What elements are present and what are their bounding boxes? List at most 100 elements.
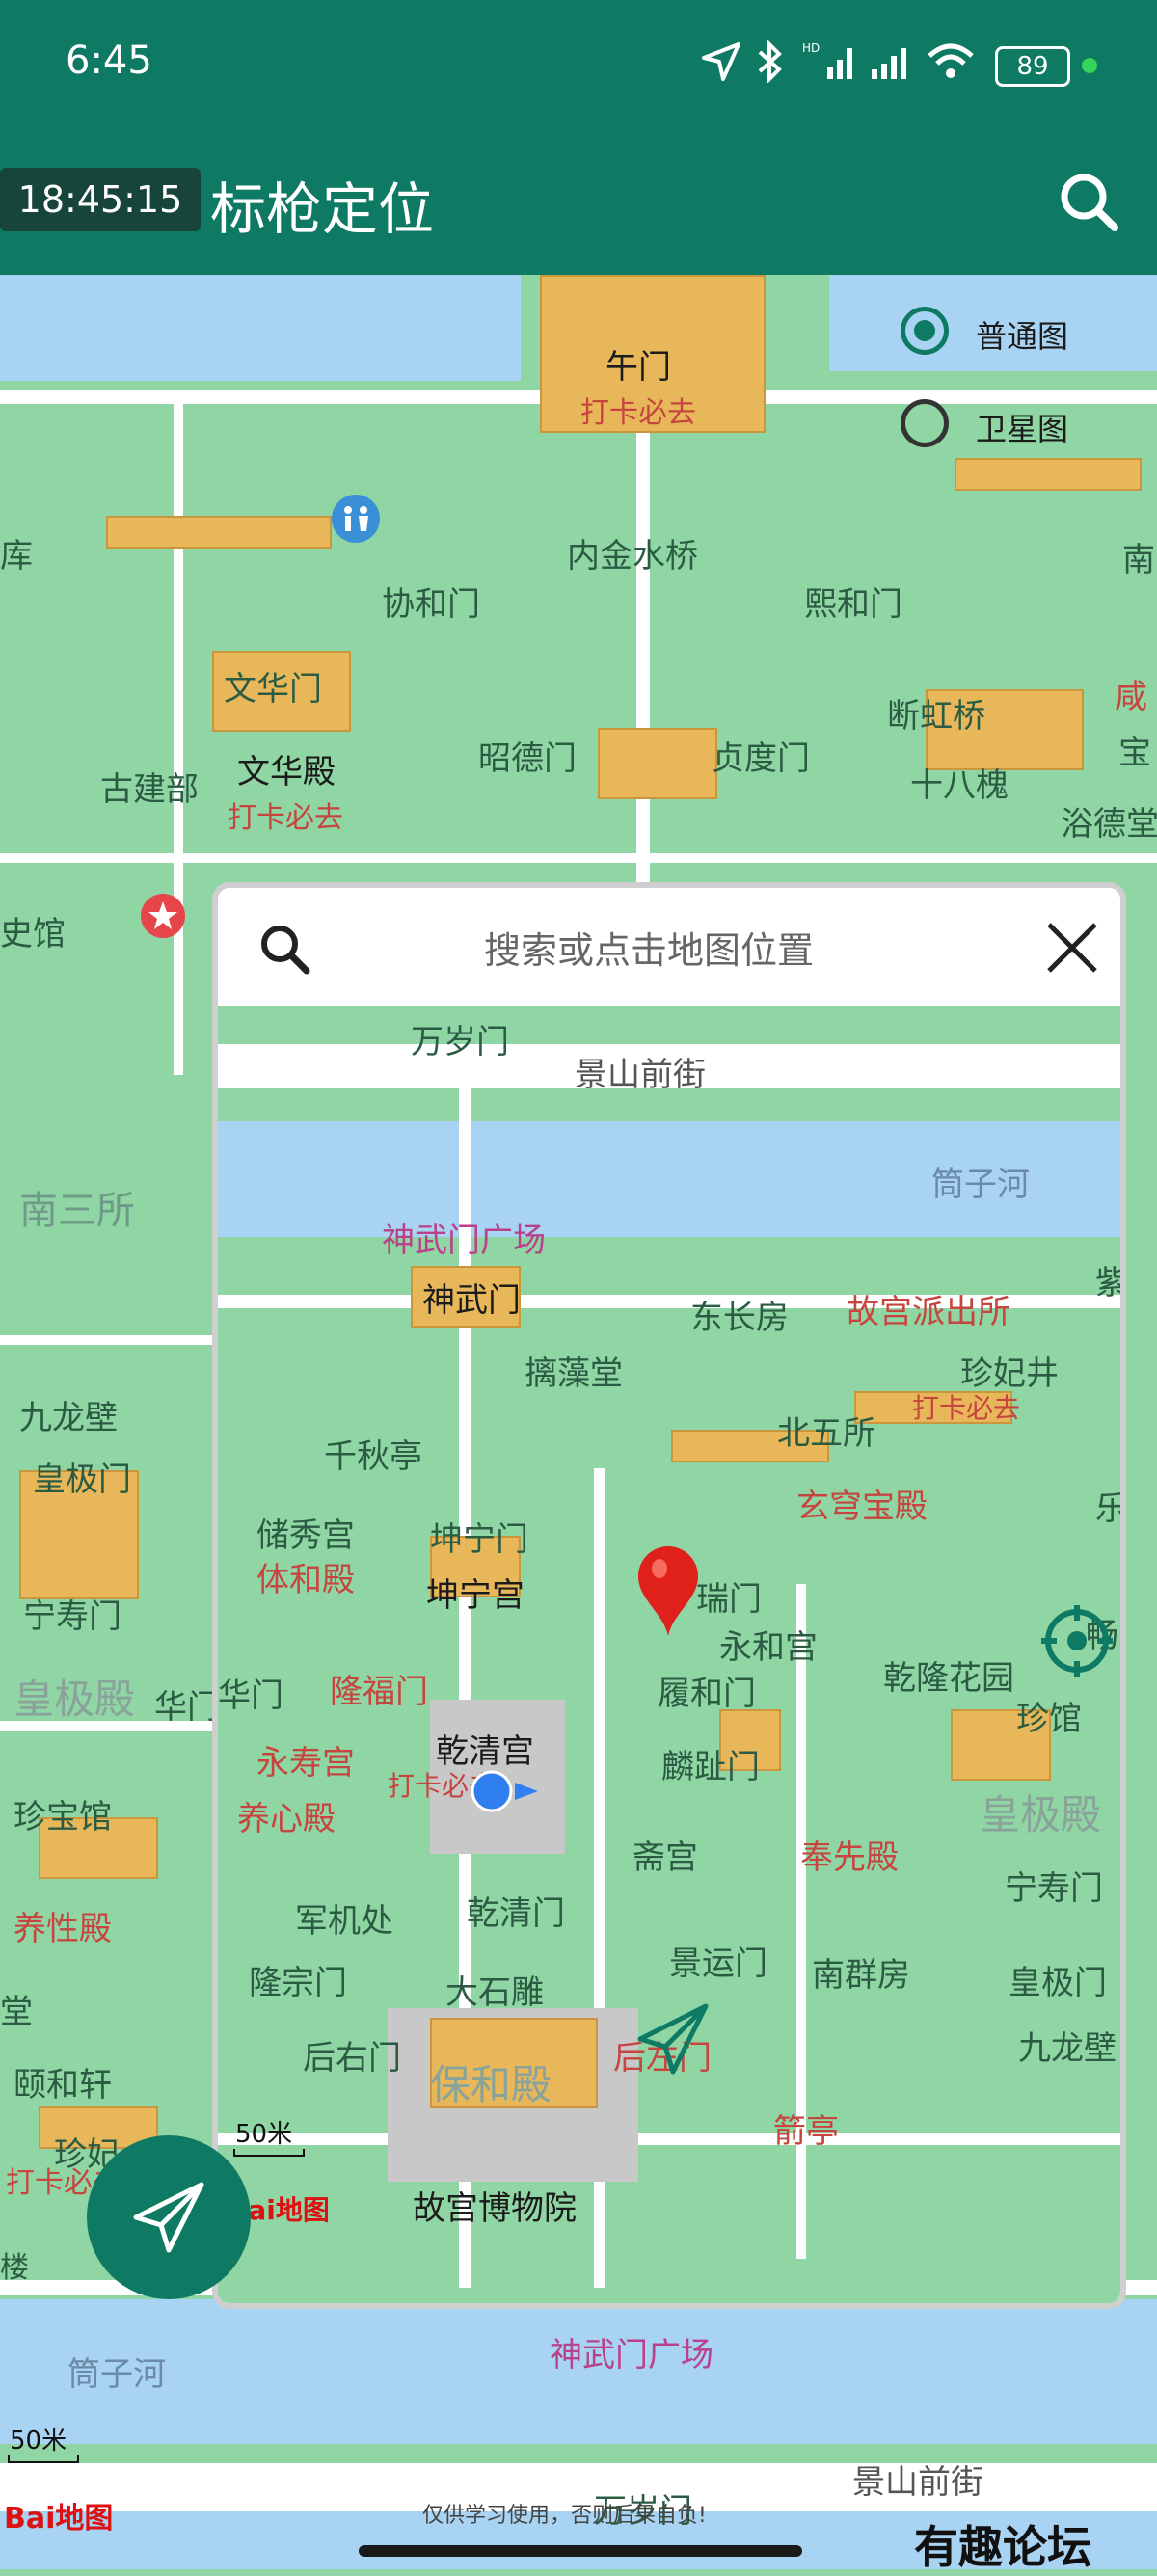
map-label: 九龙壁	[19, 1399, 118, 1437]
baidu-logo: Bai地图	[4, 2502, 114, 2536]
app-bar: 18:45:15 标枪定位	[0, 125, 1157, 275]
map-label: 华门	[218, 1677, 283, 1715]
map-label: 筒子河	[67, 2355, 166, 2394]
map-label: 打卡必去	[912, 1392, 1021, 1424]
restroom-icon[interactable]	[330, 493, 382, 545]
map-label: 养心殿	[237, 1800, 336, 1838]
map-label: 千秋亭	[324, 1437, 422, 1476]
map-label: 箭亭	[773, 2112, 839, 2151]
building	[955, 458, 1142, 491]
map-label: 咸	[1115, 678, 1147, 716]
bluetooth-icon	[758, 40, 782, 83]
map-label: 永寿宫	[256, 1744, 355, 1783]
map-label: 隆宗门	[249, 1964, 347, 2002]
status-time: 6:45	[66, 39, 152, 83]
send-icon[interactable]	[634, 2000, 712, 2078]
map-label: 打卡必去	[228, 801, 343, 835]
map-label: 熙和门	[804, 585, 902, 624]
map-label: 午门	[605, 348, 671, 387]
map-label: 十八槐	[910, 766, 1009, 805]
mini-map[interactable]: 万岁门 景山前街 筒子河 神武门广场 紫 神武门 东长房 故宫派出所 摛藻堂 珍…	[218, 1006, 1126, 2303]
map-label: 东长房	[690, 1299, 789, 1337]
road	[796, 1584, 806, 2259]
map-label: 景山前街	[852, 2463, 983, 2502]
map-label: 华门	[154, 1688, 220, 1727]
map-label: 万岁门	[411, 1023, 509, 1061]
map-label: 神武门	[422, 1281, 521, 1320]
map-label: 南群房	[812, 1956, 910, 1995]
map-label: 九龙壁	[1018, 2029, 1117, 2068]
map-label: 宁寿门	[1005, 1869, 1103, 1908]
map-scale: 50米	[10, 2427, 67, 2455]
disclaimer-text: 仅供学习使用，否则后果自负!	[422, 2504, 707, 2528]
map-label: 协和门	[382, 585, 480, 624]
map-label: 浴德堂	[1061, 805, 1157, 844]
map-label: 南三所	[19, 1189, 135, 1233]
map-label: 神武门广场	[382, 1221, 546, 1260]
map-label: 昭德门	[478, 739, 577, 778]
charging-dot	[1082, 58, 1097, 73]
map-label: 紫	[1095, 1264, 1126, 1302]
mini-map-scale: 50米	[235, 2120, 293, 2149]
map-label: 养性殿	[13, 1910, 112, 1948]
search-icon[interactable]	[256, 921, 314, 979]
mini-map-scale-bar	[233, 2149, 305, 2157]
layer-radio-satellite[interactable]	[901, 399, 949, 447]
map-label: 履和门	[658, 1675, 756, 1713]
layer-label-normal[interactable]: 普通图	[976, 312, 1068, 357]
map-label: 故宫博物院	[413, 2189, 577, 2228]
send-location-button[interactable]	[87, 2135, 251, 2299]
gesture-bar[interactable]	[359, 2545, 802, 2557]
road	[218, 2133, 1120, 2145]
map-marker-icon[interactable]	[634, 1545, 702, 1638]
map-label: 保和殿	[430, 2061, 552, 2108]
map-label: 大石雕	[445, 1973, 544, 2012]
locate-target-icon[interactable]	[1039, 1603, 1115, 1678]
map-label: 景运门	[669, 1945, 767, 1983]
layer-radio-normal[interactable]	[901, 307, 949, 355]
map-label: 贞度门	[712, 739, 810, 778]
layer-label-satellite[interactable]: 卫星图	[976, 405, 1068, 449]
map-label: 景山前街	[575, 1056, 706, 1094]
map-label: 筒子河	[931, 1166, 1030, 1204]
map-label: 堂	[0, 1993, 33, 2031]
building	[598, 728, 717, 799]
map-label: 皇极殿	[980, 1791, 1102, 1838]
card-search-bar[interactable]: 搜索或点击地图位置	[218, 888, 1120, 1006]
building	[106, 516, 332, 549]
map-label: 文华殿	[237, 753, 336, 792]
location-picker-card: 搜索或点击地图位置 万岁门 景山前街 筒子河 神武门广场 紫 神武门 东长房 故…	[212, 882, 1126, 2309]
map-label: 瑞门	[696, 1580, 762, 1619]
map-label: 体和殿	[256, 1561, 355, 1599]
map-label: 文华门	[224, 670, 322, 709]
search-icon[interactable]	[1051, 164, 1128, 241]
map-label: 神武门广场	[550, 2336, 713, 2375]
map-label: 坤宁门	[430, 1520, 528, 1559]
map-label: 珍宝馆	[13, 1798, 112, 1837]
battery-icon: 89	[995, 46, 1070, 87]
map-label: 史馆	[0, 915, 66, 953]
map-label: 故宫派出所	[847, 1293, 1010, 1331]
attraction-star-icon[interactable]	[139, 892, 187, 940]
search-input[interactable]: 搜索或点击地图位置	[484, 921, 814, 974]
map-label: 颐和轩	[13, 2066, 112, 2105]
map-label: 内金水桥	[567, 537, 698, 576]
map-label: 楼	[0, 2251, 29, 2285]
map-scale-bar	[8, 2455, 79, 2463]
send-icon	[133, 2182, 204, 2253]
location-arrow-icon	[702, 42, 740, 81]
map-label: 永和宫	[719, 1628, 818, 1667]
map-label: 宝	[1118, 734, 1151, 772]
signal-icon: HD	[802, 41, 852, 79]
map-label: 玄穹宝殿	[796, 1488, 928, 1526]
watermark: 有趣论坛	[914, 2521, 1091, 2573]
close-icon[interactable]	[1045, 921, 1099, 975]
map-label: 乾清门	[467, 1894, 565, 1933]
map-label: 军机处	[295, 1902, 393, 1941]
map-label: 坤宁宫	[426, 1576, 525, 1615]
map-label: 储秀宫	[256, 1516, 355, 1555]
map-label: 皇极门	[33, 1461, 131, 1499]
map-label: 打卡必去	[580, 396, 696, 430]
wifi-icon	[928, 43, 974, 78]
road	[174, 400, 183, 1075]
